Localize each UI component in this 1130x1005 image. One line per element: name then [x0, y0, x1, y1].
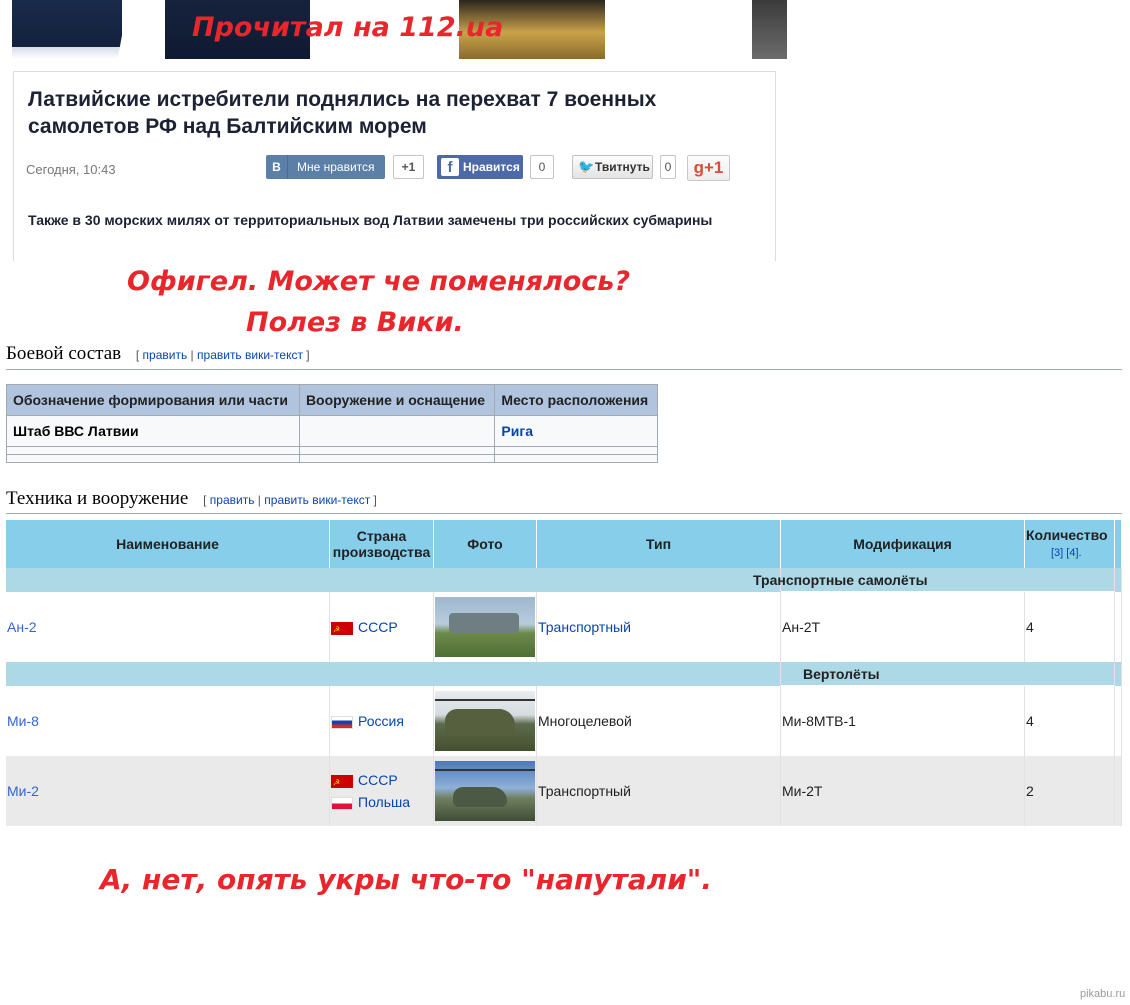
- type-cell: Транспортный: [537, 756, 781, 826]
- section-title: Техника и вооружение: [6, 488, 189, 509]
- column-header-sort: [1115, 520, 1122, 568]
- aircraft-link-mi8[interactable]: Ми-8: [7, 713, 39, 729]
- news-date: Сегодня, 10:43: [26, 162, 116, 177]
- section-edit-links: [ править | править вики-текст ]: [135, 348, 310, 362]
- modification-cell: Ан-2Т: [781, 592, 1025, 662]
- facebook-like-count: 0: [530, 155, 554, 179]
- table-row-empty: [6, 454, 658, 463]
- section-heading-equipment: Техника и вооружение [ править | править…: [6, 488, 377, 510]
- country-link[interactable]: Польша: [358, 794, 410, 810]
- location-cell: Рига: [494, 415, 658, 447]
- name-cell: Ан-2: [6, 592, 330, 662]
- type-cell: Транспортный: [537, 592, 781, 662]
- mi8-photo[interactable]: [435, 691, 535, 751]
- twitter-tweet-button[interactable]: 🐦 Твитнуть: [572, 155, 653, 179]
- category-spacer: [6, 568, 781, 592]
- category-spacer: [6, 662, 781, 686]
- section-title: Боевой состав: [6, 343, 122, 364]
- name-cell: Ми-8: [6, 686, 330, 756]
- ussr-flag-icon: [331, 619, 353, 641]
- annotation-surprised: Офигел. Может че поменялось?: [127, 266, 631, 297]
- column-header-quantity[interactable]: Количество [3] [4].: [1025, 520, 1115, 568]
- equipment-cell: [298, 415, 496, 447]
- twitter-bird-icon: 🐦: [578, 159, 595, 174]
- russia-flag-icon: [331, 715, 353, 729]
- name-cell: Ми-2: [6, 756, 330, 826]
- aircraft-link-mi2[interactable]: Ми-2: [7, 783, 39, 799]
- unit-cell: Штаб ВВС Латвии: [6, 415, 300, 447]
- vk-like-button[interactable]: В Мне нравится: [266, 155, 385, 179]
- country-cell: Россия: [330, 686, 434, 756]
- ussr-flag-icon: [331, 772, 353, 794]
- vk-like-count: +1: [393, 155, 424, 179]
- quantity-cell: 4: [1025, 686, 1115, 756]
- modification-cell: Ми-2Т: [781, 756, 1025, 826]
- edit-link[interactable]: править: [143, 348, 188, 362]
- edit-link[interactable]: править: [210, 493, 255, 507]
- photo-cell: [434, 686, 537, 756]
- news-article-card: Латвийские истребители поднялись на пере…: [13, 71, 776, 261]
- news-headline[interactable]: Латвийские истребители поднялись на пере…: [28, 86, 728, 140]
- tweet-count: 0: [660, 155, 676, 179]
- section-divider: [6, 369, 1122, 370]
- column-header-photo[interactable]: Фото: [434, 520, 537, 568]
- facebook-like-button[interactable]: f Нравится: [437, 155, 523, 179]
- combat-composition-table: Обозначение формирования или части Воору…: [6, 384, 658, 463]
- section-divider: [6, 513, 1122, 514]
- table-row: Ми-8 Россия Многоцелевой Ми-8МТВ-1 4: [6, 686, 1122, 756]
- edit-wikitext-link[interactable]: править вики-текст: [197, 348, 303, 362]
- equipment-table: Наименование Страна производства Фото Ти…: [6, 520, 1122, 826]
- annotation-read-on: Прочитал на 112.ua: [192, 12, 504, 43]
- column-header-modification[interactable]: Модификация: [781, 520, 1025, 568]
- column-header-equipment: Вооружение и оснащение: [298, 384, 496, 416]
- photo-cell: [434, 592, 537, 662]
- type-cell: Многоцелевой: [537, 686, 781, 756]
- mi2-photo[interactable]: [435, 761, 535, 821]
- country-link[interactable]: СССР: [358, 619, 398, 635]
- annotation-conclusion: А, нет, опять укры что-то "напутали".: [100, 863, 713, 896]
- aircraft-link-an2[interactable]: Ан-2: [7, 619, 37, 635]
- column-header-location: Место расположения: [494, 384, 658, 416]
- cropped-news-image-1: [12, 0, 122, 59]
- vk-icon: В: [266, 155, 288, 179]
- an2-photo[interactable]: [435, 597, 535, 657]
- table-row: Штаб ВВС Латвии Рига: [6, 415, 658, 447]
- vk-like-label: Мне нравится: [297, 160, 375, 174]
- column-header-country[interactable]: Страна производства: [330, 520, 434, 568]
- country-cell: СССР: [330, 592, 434, 662]
- location-link[interactable]: Рига: [501, 423, 533, 439]
- annotation-went-to-wiki: Полез в Вики.: [246, 307, 464, 338]
- modification-cell: Ми-8МТВ-1: [781, 686, 1025, 756]
- photo-cell: [434, 756, 537, 826]
- country-link[interactable]: СССР: [358, 772, 398, 788]
- category-helicopters: Вертолёты: [781, 662, 1115, 686]
- section-edit-links: [ править | править вики-текст ]: [203, 493, 377, 507]
- table-row: Ми-2 СССР Польша Транспортный Ми-2Т 2: [6, 756, 1122, 826]
- table-row-empty: [6, 446, 658, 455]
- reference-links[interactable]: [3] [4]: [1051, 547, 1079, 559]
- category-transport-planes: Транспортные самолёты: [753, 568, 1115, 592]
- column-header-name[interactable]: Наименование: [6, 520, 330, 568]
- tweet-label: Твитнуть: [595, 160, 650, 174]
- column-header-type[interactable]: Тип: [537, 520, 781, 568]
- facebook-icon: f: [441, 158, 459, 176]
- quantity-cell: 2: [1025, 756, 1115, 826]
- cropped-news-image-4: [752, 0, 787, 59]
- table-row: Ан-2 СССР Транспортный Ан-2Т 4: [6, 592, 1122, 662]
- type-link[interactable]: Транспортный: [538, 619, 631, 635]
- section-heading-combat-composition: Боевой состав [ править | править вики-т…: [6, 343, 310, 365]
- country-link[interactable]: Россия: [358, 713, 404, 729]
- column-header-unit: Обозначение формирования или части: [6, 384, 300, 416]
- site-watermark: pikabu.ru: [1080, 988, 1126, 1000]
- google-plus-button[interactable]: g+1: [687, 155, 730, 181]
- quantity-cell: 4: [1025, 592, 1115, 662]
- facebook-like-label: Нравится: [463, 160, 520, 174]
- news-lead-text: Также в 30 морских милях от территориаль…: [28, 212, 713, 228]
- country-cell: СССР Польша: [330, 756, 434, 826]
- edit-wikitext-link[interactable]: править вики-текст: [264, 493, 370, 507]
- poland-flag-icon: [331, 796, 353, 810]
